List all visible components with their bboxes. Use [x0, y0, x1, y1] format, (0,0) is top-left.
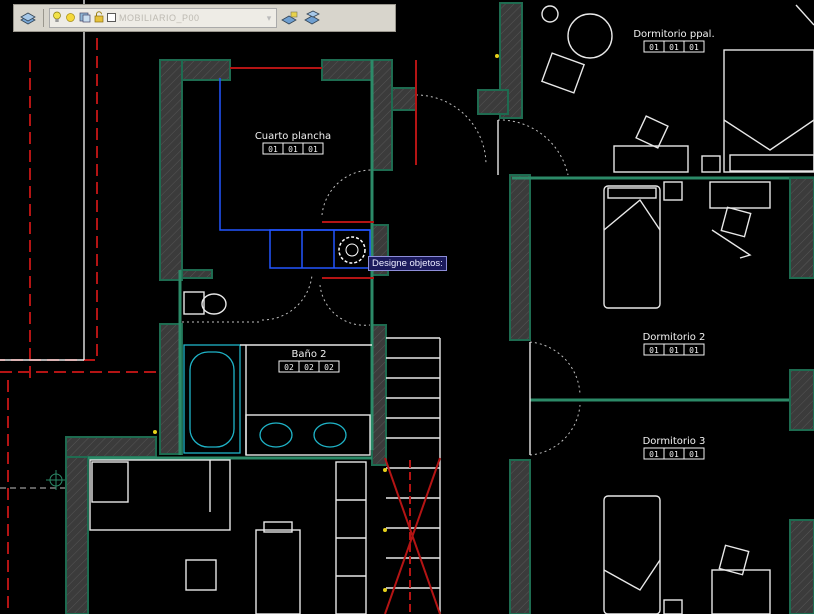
select-objects-tooltip: Designe objetos: — [368, 256, 447, 271]
room-label-dormitorio-2: Dormitorio 2 01 01 01 — [643, 332, 706, 356]
lower-left-furniture — [89, 459, 367, 614]
svg-text:Baño 2: Baño 2 — [292, 349, 327, 360]
cad-drawing-canvas[interactable]: Cuarto plancha 01 01 01 Baño 2 02 02 02 … — [0, 0, 814, 614]
dormitorio-2-furniture — [603, 181, 771, 309]
svg-text:01: 01 — [689, 43, 699, 52]
svg-text:01: 01 — [649, 450, 659, 459]
svg-text:Dormitorio 3: Dormitorio 3 — [643, 436, 706, 447]
svg-text:01: 01 — [649, 43, 659, 52]
layer-manager-icon[interactable] — [18, 8, 38, 28]
room-label-cuarto-plancha: Cuarto plancha 01 01 01 — [255, 131, 331, 155]
svg-text:02: 02 — [304, 363, 314, 372]
svg-text:01: 01 — [669, 346, 679, 355]
svg-text:Cuarto plancha: Cuarto plancha — [255, 131, 331, 142]
svg-text:Dormitorio ppal.: Dormitorio ppal. — [633, 29, 714, 40]
layer-dropdown[interactable]: MOBILIARIO_P00 ▾ — [49, 8, 277, 28]
room-label-dormitorio-3: Dormitorio 3 01 01 01 — [643, 436, 706, 460]
svg-text:01: 01 — [669, 450, 679, 459]
svg-text:01: 01 — [268, 145, 278, 154]
toolbar-separator — [43, 9, 44, 27]
svg-text:02: 02 — [324, 363, 334, 372]
svg-text:01: 01 — [689, 450, 699, 459]
layers-toolbar: MOBILIARIO_P00 ▾ — [13, 4, 396, 32]
freeze-icon[interactable] — [79, 11, 91, 25]
room-label-bano-2: Baño 2 02 02 02 — [278, 349, 340, 373]
current-layer-name: MOBILIARIO_P00 — [119, 13, 200, 23]
make-current-icon[interactable] — [280, 8, 300, 28]
svg-text:01: 01 — [308, 145, 318, 154]
svg-text:01: 01 — [689, 346, 699, 355]
selected-counter[interactable] — [219, 78, 374, 279]
svg-text:01: 01 — [669, 43, 679, 52]
lock-icon[interactable] — [94, 11, 104, 25]
svg-text:02: 02 — [284, 363, 294, 372]
room-label-dormitorio-ppal: Dormitorio ppal. 01 01 01 — [633, 29, 715, 53]
stairs — [384, 337, 441, 614]
chevron-down-icon[interactable]: ▾ — [262, 9, 276, 27]
svg-text:01: 01 — [288, 145, 298, 154]
dormitorio-3-furniture — [603, 495, 771, 614]
color-swatch-icon[interactable] — [107, 12, 116, 24]
lightbulb-icon[interactable] — [52, 11, 62, 25]
svg-text:01: 01 — [649, 346, 659, 355]
sun-icon[interactable] — [65, 12, 76, 25]
svg-text:Dormitorio 2: Dormitorio 2 — [643, 332, 706, 343]
bathroom-fixtures — [182, 291, 372, 456]
layer-previous-icon[interactable] — [303, 8, 323, 28]
